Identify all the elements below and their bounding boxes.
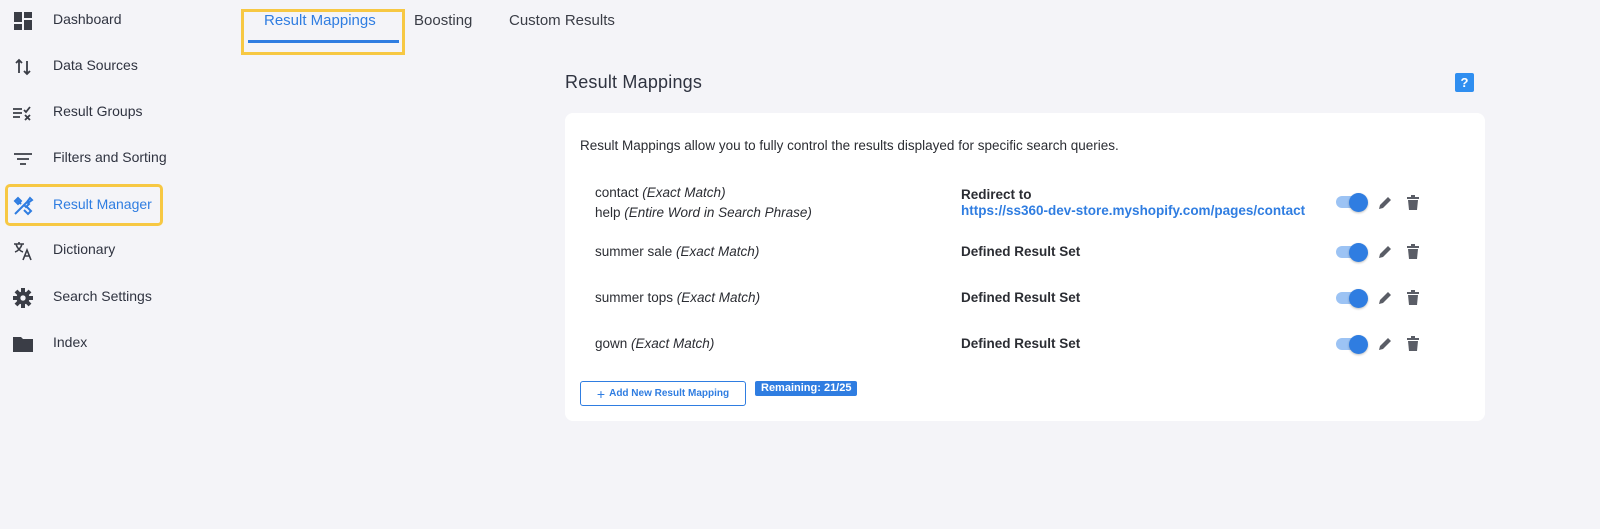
translate-icon bbox=[12, 240, 34, 262]
sidebar-item-result-groups[interactable]: Result Groups bbox=[8, 94, 160, 130]
edit-icon[interactable] bbox=[1375, 193, 1395, 213]
delete-icon[interactable] bbox=[1403, 334, 1423, 354]
tab-result-mappings[interactable]: Result Mappings bbox=[264, 12, 376, 29]
match-type: (Exact Match) bbox=[631, 336, 715, 351]
sidebar-item-label: Result Manager bbox=[53, 196, 152, 212]
delete-icon[interactable] bbox=[1403, 193, 1423, 213]
edit-icon[interactable] bbox=[1375, 242, 1395, 262]
delete-icon[interactable] bbox=[1403, 242, 1423, 262]
sidebar-item-index[interactable]: Index bbox=[8, 325, 160, 361]
sidebar-item-filters-and-sorting[interactable]: Filters and Sorting bbox=[8, 140, 167, 176]
query-text: contact bbox=[595, 185, 639, 200]
sidebar-item-label: Filters and Sorting bbox=[53, 149, 167, 165]
edit-icon[interactable] bbox=[1375, 288, 1395, 308]
query-text: gown bbox=[595, 336, 628, 351]
query-text: summer tops bbox=[595, 290, 674, 305]
query-term: contact (Exact Match) bbox=[595, 185, 726, 200]
tools-icon bbox=[12, 195, 34, 217]
enabled-toggle[interactable] bbox=[1334, 193, 1368, 212]
delete-icon[interactable] bbox=[1403, 288, 1423, 308]
redirect-link[interactable]: https://ss360-dev-store.myshopify.com/pa… bbox=[961, 203, 1305, 218]
swap-vertical-icon bbox=[12, 56, 34, 78]
enabled-toggle[interactable] bbox=[1334, 289, 1368, 308]
target-label: Defined Result Set bbox=[961, 336, 1081, 351]
sidebar-item-label: Index bbox=[53, 334, 88, 350]
sidebar-item-label: Search Settings bbox=[53, 288, 152, 304]
query-term: summer sale (Exact Match) bbox=[595, 244, 759, 259]
query-text: summer sale bbox=[595, 244, 673, 259]
query-text: help bbox=[595, 205, 621, 220]
enabled-toggle[interactable] bbox=[1334, 335, 1368, 354]
list-check-icon bbox=[12, 102, 34, 124]
sidebar-item-result-manager[interactable]: Result Manager bbox=[5, 184, 163, 226]
sidebar-item-label: Data Sources bbox=[53, 57, 138, 73]
sidebar-item-dictionary[interactable]: Dictionary bbox=[8, 232, 160, 268]
sidebar-item-label: Dashboard bbox=[53, 11, 122, 27]
match-type: (Exact Match) bbox=[642, 185, 726, 200]
tab-custom-results[interactable]: Custom Results bbox=[509, 12, 615, 29]
sidebar-item-label: Dictionary bbox=[53, 241, 116, 257]
sidebar-item-label: Result Groups bbox=[53, 103, 143, 119]
sidebar-item-search-settings[interactable]: Search Settings bbox=[8, 279, 160, 315]
add-button-label: Add New Result Mapping bbox=[609, 388, 730, 399]
target-label: Defined Result Set bbox=[961, 290, 1081, 305]
active-tab-indicator bbox=[248, 40, 399, 43]
page-title: Result Mappings bbox=[565, 72, 703, 92]
result-mappings-card: Result Mappings allow you to fully contr… bbox=[565, 113, 1485, 421]
match-type: (Entire Word in Search Phrase) bbox=[624, 205, 812, 220]
query-term: gown (Exact Match) bbox=[595, 336, 714, 351]
enabled-toggle[interactable] bbox=[1334, 243, 1368, 262]
match-type: (Exact Match) bbox=[676, 290, 761, 305]
target-label: Defined Result Set bbox=[961, 244, 1081, 259]
sidebar: Dashboard Data Sources Result Groups Fil… bbox=[0, 0, 215, 529]
folder-icon bbox=[12, 333, 34, 355]
card-description: Result Mappings allow you to fully contr… bbox=[580, 138, 1119, 153]
sidebar-item-dashboard[interactable]: Dashboard bbox=[8, 2, 160, 38]
target-label: Redirect to bbox=[961, 187, 1032, 202]
filter-icon bbox=[12, 148, 34, 170]
add-result-mapping-button[interactable]: + Add New Result Mapping bbox=[580, 381, 746, 406]
dashboard-icon bbox=[12, 10, 34, 32]
sidebar-item-data-sources[interactable]: Data Sources bbox=[8, 48, 160, 84]
edit-icon[interactable] bbox=[1375, 334, 1395, 354]
query-term: help (Entire Word in Search Phrase) bbox=[595, 205, 812, 220]
plus-icon: + bbox=[596, 385, 606, 402]
gear-icon bbox=[12, 287, 34, 309]
help-button[interactable]: ? bbox=[1455, 73, 1474, 92]
match-type: (Exact Match) bbox=[676, 244, 760, 259]
remaining-badge: Remaining: 21/25 bbox=[755, 381, 858, 396]
tab-boosting[interactable]: Boosting bbox=[414, 12, 472, 29]
query-term: summer tops (Exact Match) bbox=[595, 290, 760, 305]
